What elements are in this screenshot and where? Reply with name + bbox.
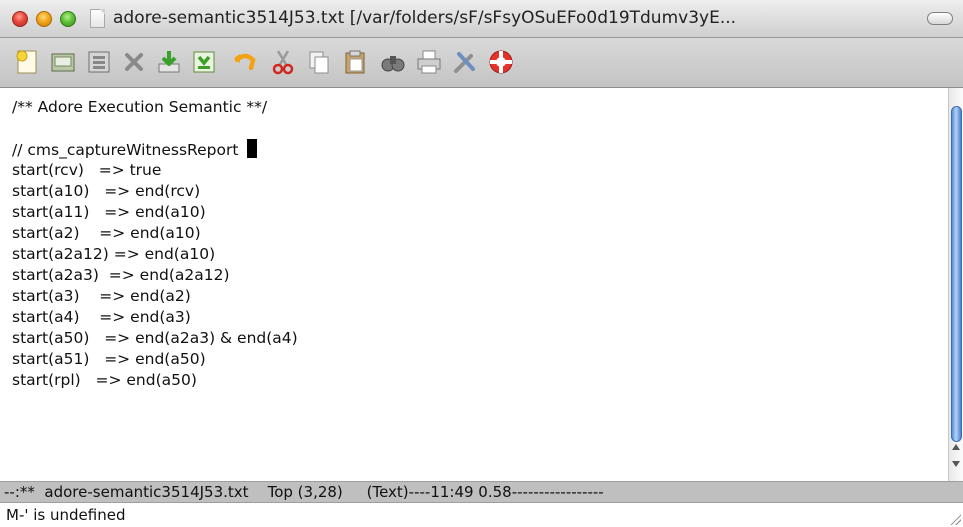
open-directory-icon — [88, 51, 110, 73]
minibuffer-message: M-' is undefined — [6, 506, 126, 524]
paste-icon — [345, 50, 365, 74]
save-button[interactable] — [154, 47, 184, 77]
code-line: start(a2a12) => end(a10) — [12, 245, 216, 263]
print-button[interactable] — [414, 47, 444, 77]
scroll-down-arrow-icon[interactable] — [952, 461, 960, 467]
mode-line: --:** adore-semantic3514J53.txt Top (3,2… — [0, 481, 963, 503]
paste-button[interactable] — [340, 47, 370, 77]
undo-icon — [234, 53, 256, 71]
open-folder-icon — [51, 53, 75, 72]
code-line-with-cursor: // cms_captureWitnessReport — [12, 139, 258, 160]
mode-line-text: --:** adore-semantic3514J53.txt Top (3,2… — [4, 483, 604, 501]
title-bar: adore-semantic3514J53.txt [/var/folders/… — [0, 0, 963, 38]
code-line: start(a2) => end(a10) — [12, 224, 201, 242]
code-line: start(a51) => end(a50) — [12, 350, 206, 368]
save-as-icon — [193, 51, 215, 73]
vertical-scrollbar[interactable] — [948, 88, 963, 481]
copy-icon — [309, 51, 329, 74]
open-directory-button[interactable] — [84, 47, 114, 77]
code-line: start(a3) => end(a2) — [12, 287, 191, 305]
code-line: start(rpl) => end(a50) — [12, 371, 197, 389]
save-icon — [158, 51, 180, 73]
resize-grip-icon[interactable] — [949, 513, 961, 525]
code-line: /** Adore Execution Semantic **/ — [12, 98, 268, 116]
close-buffer-button[interactable] — [119, 47, 149, 77]
code-line: start(a10) => end(rcv) — [12, 182, 201, 200]
zoom-window-button[interactable] — [60, 11, 76, 27]
code-line: start(a4) => end(a3) — [12, 308, 191, 326]
code-line: // cms_captureWitnessReport — [12, 141, 244, 159]
editor-buffer[interactable]: /** Adore Execution Semantic **/ // cms_… — [0, 88, 948, 481]
save-as-button[interactable] — [189, 47, 219, 77]
minimize-window-button[interactable] — [36, 11, 52, 27]
print-icon — [417, 50, 441, 74]
toolbar — [0, 38, 963, 88]
new-file-icon — [16, 50, 37, 74]
cut-icon — [272, 50, 294, 75]
help-button[interactable] — [486, 47, 516, 77]
search-icon — [381, 56, 405, 72]
open-file-button[interactable] — [48, 47, 78, 77]
scrollbar-thumb[interactable] — [951, 106, 962, 442]
document-icon[interactable] — [90, 9, 105, 28]
scroll-up-arrow-icon[interactable] — [952, 444, 960, 450]
close-buffer-icon — [125, 53, 143, 71]
preferences-button[interactable] — [450, 47, 480, 77]
toolbar-toggle-button[interactable] — [927, 12, 953, 25]
minibuffer[interactable]: M-' is undefined — [0, 503, 963, 527]
new-file-button[interactable] — [12, 47, 42, 77]
code-line: start(a50) => end(a2a3) & end(a4) — [12, 329, 298, 347]
close-window-button[interactable] — [12, 11, 28, 27]
search-button[interactable] — [378, 47, 408, 77]
code-line: start(a11) => end(a10) — [12, 203, 206, 221]
code-line: start(a2a3) => end(a2a12) — [12, 266, 230, 284]
cut-button[interactable] — [268, 47, 298, 77]
text-cursor — [247, 139, 258, 158]
copy-button[interactable] — [304, 47, 334, 77]
undo-button[interactable] — [230, 47, 260, 77]
preferences-icon — [454, 52, 475, 73]
help-icon — [489, 50, 513, 74]
window-title: adore-semantic3514J53.txt [/var/folders/… — [113, 8, 737, 28]
code-line: start(rcv) => true — [12, 161, 162, 179]
